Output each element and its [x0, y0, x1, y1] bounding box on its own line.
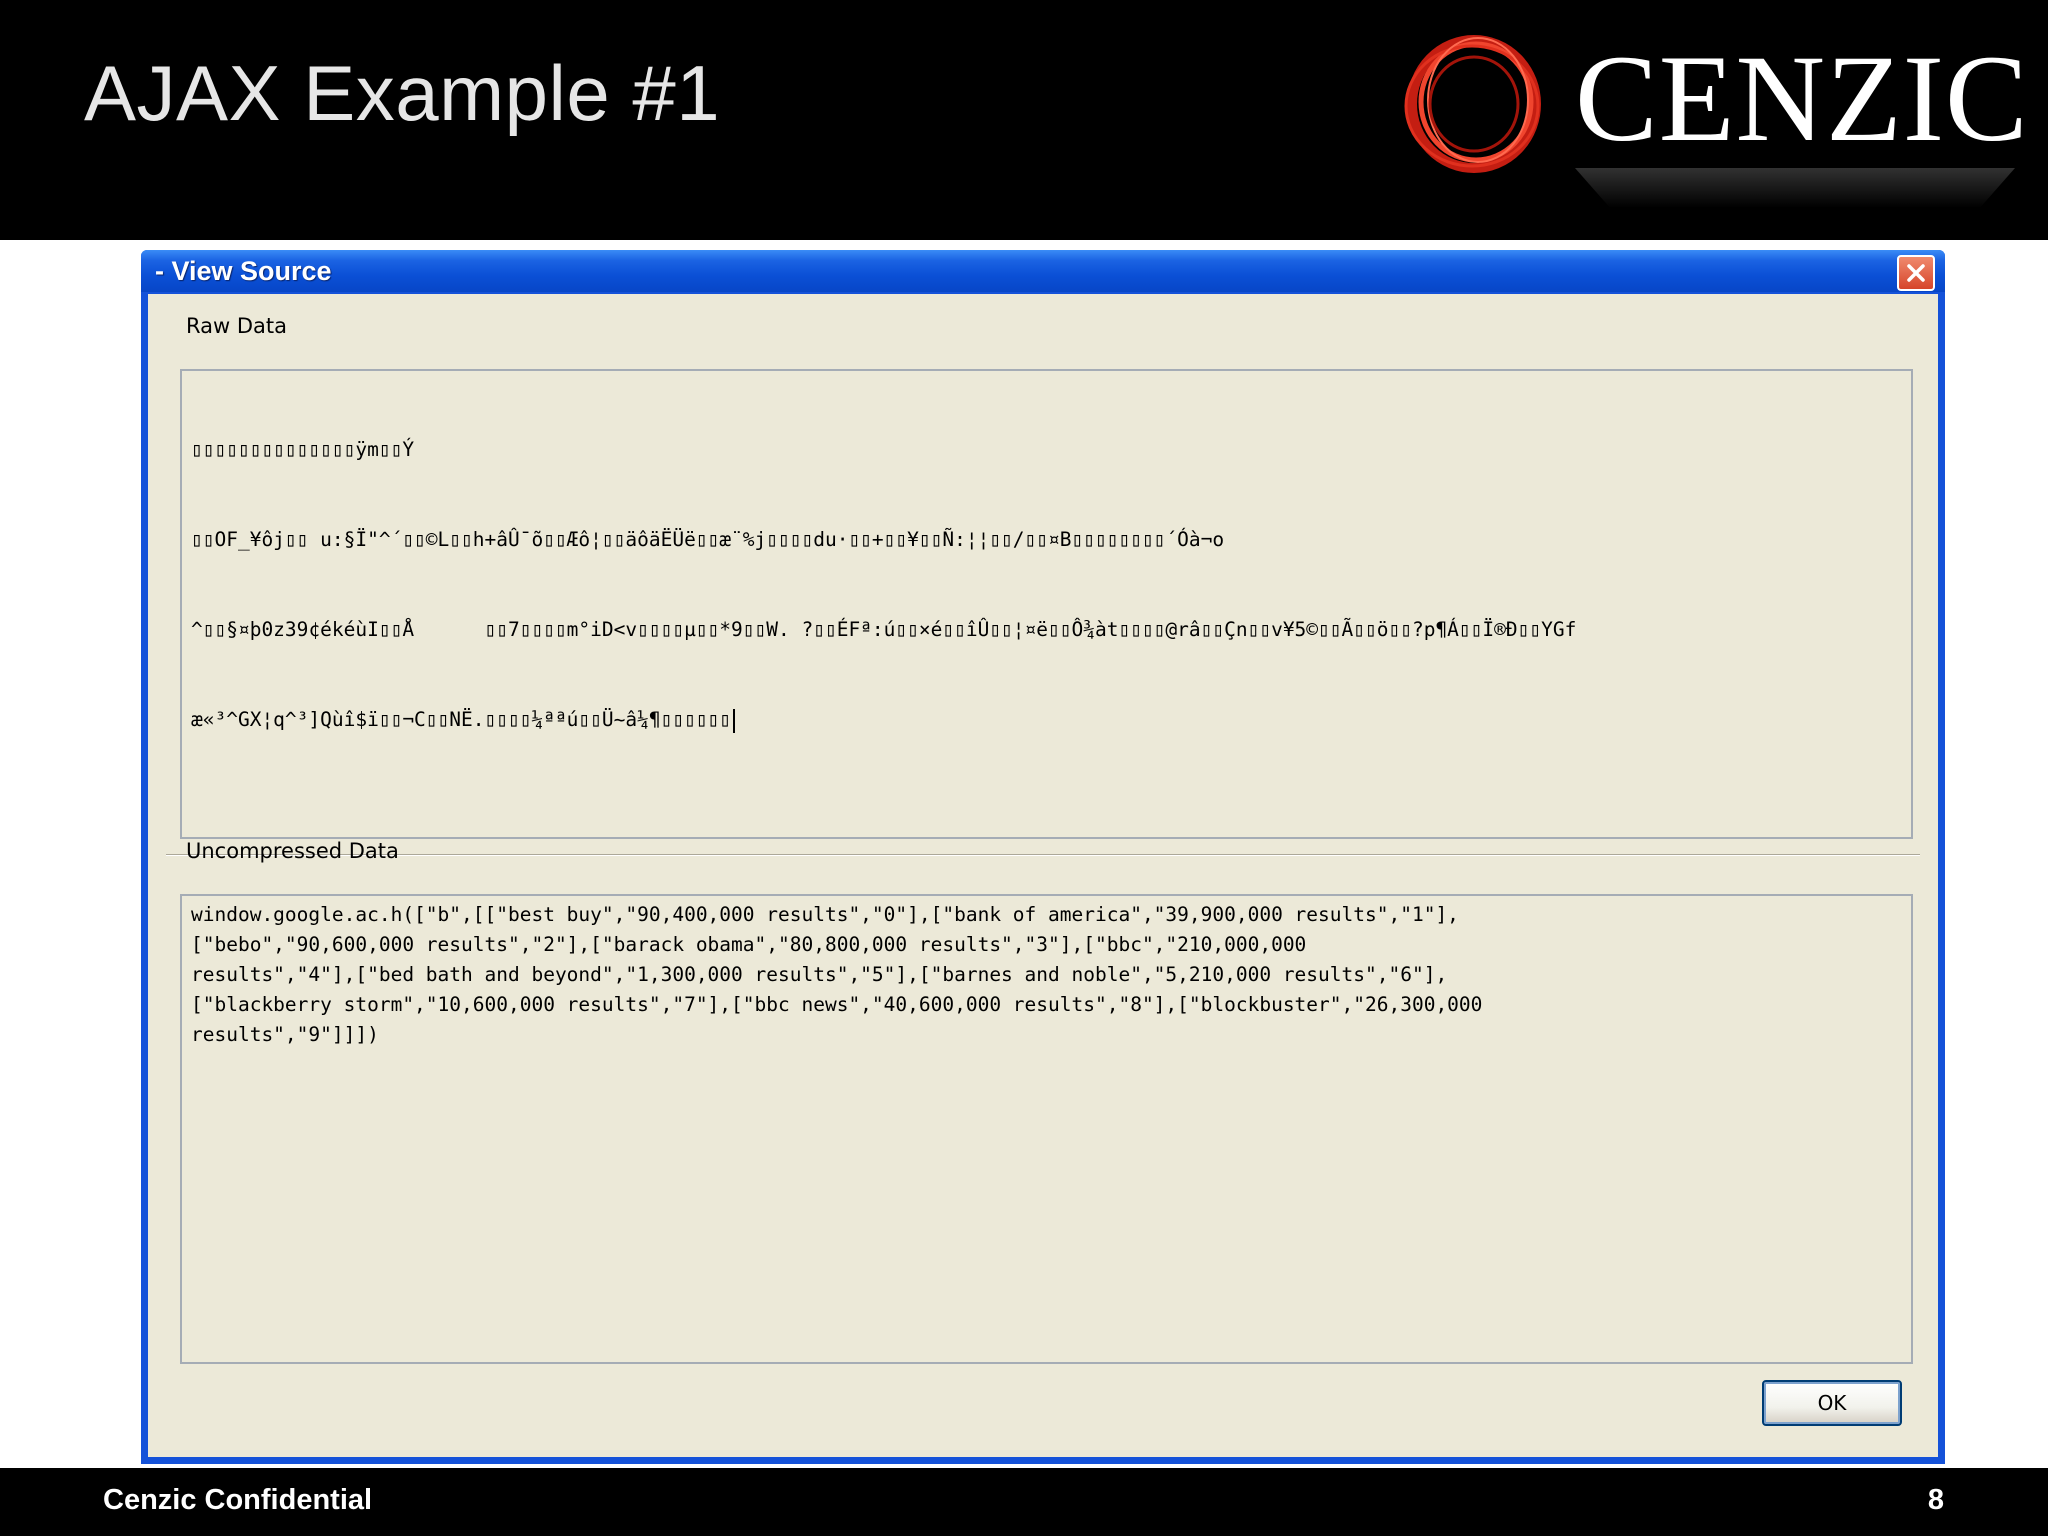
uncompressed-data-textarea[interactable]: window.google.ac.h(["b",[["best buy","90… [180, 894, 1913, 1364]
raw-data-line: ▯▯OF_¥ôj▯▯ u:§Ï"^´▯▯©L▯▯h+âÛ¯õ▯▯Æô¦▯▯äôä… [191, 528, 1225, 551]
ok-button[interactable]: OK [1762, 1380, 1902, 1426]
slide-title: AJAX Example #1 [84, 49, 721, 137]
dialog-titlebar[interactable]: - View Source [141, 250, 1945, 292]
uncompressed-data-label: Uncompressed Data [186, 839, 399, 863]
logo-ring-icon [1404, 35, 1541, 173]
text-caret [733, 708, 736, 733]
raw-data-label: Raw Data [186, 314, 287, 338]
section-divider[interactable] [166, 854, 1920, 856]
page-number: 8 [1927, 1484, 1944, 1516]
close-button[interactable] [1897, 255, 1935, 291]
cenzic-logo: CENZIC [1400, 28, 2028, 208]
raw-data-line: ^▯▯§¤þ0z39¢ékéùI▯▯Å ▯▯7▯▯▯▯m°iD<v▯▯▯▯µ▯▯… [191, 618, 1577, 641]
close-x-icon [1907, 264, 1925, 282]
slide-footer: Cenzic Confidential 8 [0, 1468, 2048, 1536]
dialog-client-area: Raw Data ▯▯▯▯▯▯▯▯▯▯▯▯▯▯ÿm▯▯Ý ▯▯OF_¥ôj▯▯ … [148, 294, 1938, 1457]
dialog-title: - View Source [155, 256, 332, 286]
slide-header: AJAX Example #1 CENZIC [0, 0, 2048, 240]
raw-data-textarea[interactable]: ▯▯▯▯▯▯▯▯▯▯▯▯▯▯ÿm▯▯Ý ▯▯OF_¥ôj▯▯ u:§Ï"^´▯▯… [180, 369, 1913, 839]
raw-data-line: æ«³^GX¦q^³]Qùî$ï▯▯¬C▯▯NË.▯▯▯▯¼ªªú▯▯Ü~â¼¶… [191, 708, 732, 731]
footer-confidential: Cenzic Confidential [103, 1484, 373, 1516]
raw-data-line: ▯▯▯▯▯▯▯▯▯▯▯▯▯▯ÿm▯▯Ý [191, 438, 415, 461]
logo-wordmark: CENZIC [1575, 30, 2029, 167]
logo-reflection [1575, 168, 2015, 208]
view-source-dialog: - View Source Raw Data ▯▯▯▯▯▯▯▯▯▯▯▯▯▯ÿm▯… [141, 250, 1945, 1464]
